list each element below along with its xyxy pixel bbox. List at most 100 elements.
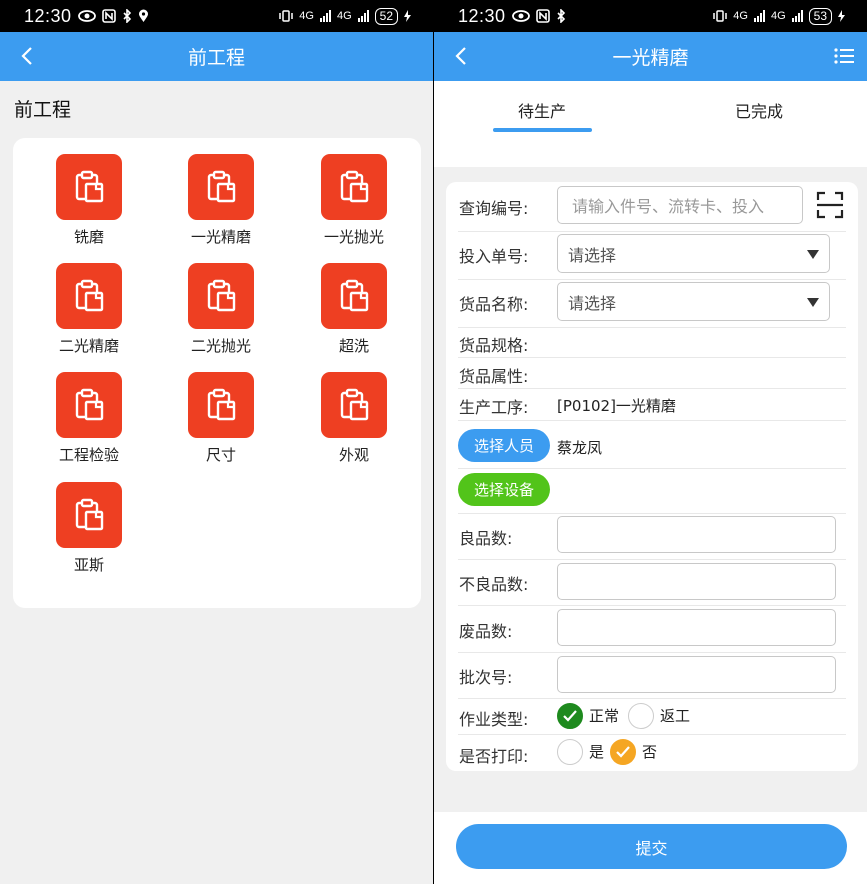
page-title: 一光精磨 bbox=[612, 47, 689, 69]
production-form: 查询编号: 请输入件号、流转卡、投入 投入单号: 请选择 货品名称: 请选择 货… bbox=[446, 182, 858, 771]
status-bar: 12:30 4G 4G 53 bbox=[434, 0, 867, 32]
active-tab-indicator bbox=[493, 128, 592, 132]
job-type-normal-radio[interactable] bbox=[557, 703, 583, 729]
clipboard-icon bbox=[207, 279, 236, 312]
vibrate-icon bbox=[279, 10, 294, 22]
print-label: 是否打印: bbox=[459, 747, 529, 766]
checkmark-icon bbox=[563, 710, 577, 722]
bad-qty-input[interactable] bbox=[557, 563, 836, 600]
tile-label: 一光精磨 bbox=[190, 228, 251, 246]
tile-erguang-jingmo[interactable]: 二光精磨 bbox=[34, 263, 144, 356]
good-qty-label: 良品数: bbox=[459, 529, 513, 548]
network-4g-label: 4G bbox=[733, 10, 748, 22]
query-label: 查询编号: bbox=[459, 199, 529, 218]
nfc-icon bbox=[535, 9, 550, 23]
goods-attr-label: 货品属性: bbox=[459, 367, 529, 386]
clipboard-icon bbox=[340, 279, 369, 312]
clipboard-icon bbox=[340, 170, 369, 203]
process-value: [P0102]一光精磨 bbox=[557, 397, 676, 415]
bad-qty-label: 不良品数: bbox=[459, 575, 529, 594]
tile-xi-mo[interactable]: 铣磨 bbox=[34, 154, 144, 247]
tile-label: 工程检验 bbox=[58, 446, 119, 464]
tile-label: 铣磨 bbox=[73, 228, 104, 246]
job-type-rework-radio[interactable] bbox=[628, 703, 654, 729]
tile-yiguang-paoguang[interactable]: 一光抛光 bbox=[299, 154, 409, 247]
tile-chaoxi[interactable]: 超洗 bbox=[299, 263, 409, 356]
tile-label: 一光抛光 bbox=[323, 228, 384, 246]
back-arrow-icon[interactable] bbox=[16, 44, 40, 68]
back-arrow-icon[interactable] bbox=[450, 44, 474, 68]
batch-label: 批次号: bbox=[459, 668, 513, 687]
process-grid: 铣磨 一光精磨 一光抛光 二光精磨 二光抛光 超洗 工程检验 尺寸 外观 亚斯 bbox=[13, 138, 421, 608]
section-title: 前工程 bbox=[14, 99, 72, 121]
charging-icon bbox=[404, 10, 411, 22]
signal-icon bbox=[319, 10, 331, 22]
select-staff-button[interactable]: 选择人员 bbox=[458, 429, 550, 462]
vibrate-icon bbox=[713, 10, 728, 22]
right-screen: 12:30 4G 4G 53 一光精磨 待生产 已完成 查询编号: 请输入件号、… bbox=[434, 0, 867, 884]
tile-label: 二光精磨 bbox=[58, 337, 119, 355]
goods-name-select[interactable]: 请选择 bbox=[557, 282, 830, 321]
clipboard-icon bbox=[340, 388, 369, 421]
print-no-radio[interactable] bbox=[610, 739, 636, 765]
job-type-label: 作业类型: bbox=[459, 710, 529, 729]
bluetooth-icon bbox=[122, 9, 131, 23]
tile-gongcheng-jianyan[interactable]: 工程检验 bbox=[34, 372, 144, 465]
print-yes-radio[interactable] bbox=[557, 739, 583, 765]
order-label: 投入单号: bbox=[459, 247, 529, 266]
network-4g-label-2: 4G bbox=[336, 10, 352, 22]
bluetooth-icon bbox=[556, 9, 565, 23]
job-type-normal-label: 正常 bbox=[589, 707, 620, 725]
dropdown-caret-icon bbox=[807, 249, 819, 259]
scrap-qty-input[interactable] bbox=[557, 609, 836, 646]
location-icon bbox=[138, 9, 148, 22]
tile-yiguang-jingmo[interactable]: 一光精磨 bbox=[166, 154, 276, 247]
tile-label: 外观 bbox=[338, 446, 369, 464]
scrap-qty-label: 废品数: bbox=[459, 622, 513, 641]
tile-label: 二光抛光 bbox=[190, 337, 251, 355]
signal-icon bbox=[753, 10, 765, 22]
order-select[interactable]: 请选择 bbox=[557, 234, 830, 273]
status-bar: 12:30 4G 4G 52 bbox=[0, 0, 433, 32]
query-input[interactable]: 请输入件号、流转卡、投入 bbox=[557, 186, 803, 224]
clipboard-icon bbox=[75, 170, 104, 203]
status-time: 12:30 bbox=[24, 5, 72, 26]
tile-label: 尺寸 bbox=[205, 446, 236, 464]
job-type-rework-label: 返工 bbox=[660, 707, 691, 725]
process-label: 生产工序: bbox=[459, 398, 529, 417]
signal-icon-2 bbox=[791, 10, 803, 22]
print-yes-label: 是 bbox=[589, 743, 605, 761]
clipboard-icon bbox=[75, 498, 104, 531]
tab-bar: 待生产 已完成 bbox=[434, 81, 867, 167]
tile-yasi[interactable]: 亚斯 bbox=[34, 482, 144, 575]
header-bar: 一光精磨 bbox=[434, 32, 867, 81]
tab-completed[interactable]: 已完成 bbox=[735, 98, 783, 122]
print-no-label: 否 bbox=[642, 743, 658, 761]
eye-icon bbox=[77, 10, 96, 22]
staff-value: 蔡龙凤 bbox=[557, 439, 603, 457]
tile-erguang-paoguang[interactable]: 二光抛光 bbox=[166, 263, 276, 356]
signal-icon-2 bbox=[357, 10, 369, 22]
batch-input[interactable] bbox=[557, 656, 836, 693]
left-screen: 12:30 4G 4G 52 前工程 前工程 铣磨 一光精磨 一光抛光 二光精磨… bbox=[0, 0, 433, 884]
clipboard-icon bbox=[207, 388, 236, 421]
select-device-button[interactable]: 选择设备 bbox=[458, 473, 550, 506]
goods-name-label: 货品名称: bbox=[459, 295, 529, 314]
tile-chicun[interactable]: 尺寸 bbox=[166, 372, 276, 465]
tile-waiguan[interactable]: 外观 bbox=[299, 372, 409, 465]
eye-icon bbox=[511, 10, 530, 22]
page-title: 前工程 bbox=[187, 47, 245, 69]
tab-pending[interactable]: 待生产 bbox=[518, 98, 566, 122]
clipboard-icon bbox=[207, 170, 236, 203]
network-4g-label-2: 4G bbox=[770, 10, 786, 22]
clipboard-icon bbox=[75, 388, 104, 421]
battery-icon: 52 bbox=[374, 7, 398, 25]
submit-button[interactable]: 提交 bbox=[456, 824, 847, 869]
dropdown-caret-icon bbox=[807, 297, 819, 307]
goods-spec-label: 货品规格: bbox=[459, 336, 529, 355]
list-menu-icon[interactable] bbox=[833, 45, 855, 67]
scan-icon[interactable] bbox=[816, 191, 844, 219]
good-qty-input[interactable] bbox=[557, 516, 836, 553]
checkmark-icon bbox=[616, 746, 630, 758]
status-time: 12:30 bbox=[458, 5, 506, 26]
